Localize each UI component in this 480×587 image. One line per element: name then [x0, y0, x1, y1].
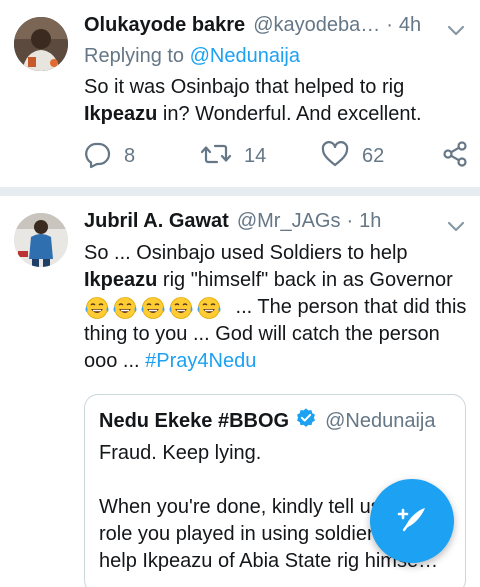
quote-handle: @Nedunaija: [325, 409, 436, 432]
display-name[interactable]: Olukayode bakre: [84, 14, 245, 37]
timestamp[interactable]: 4h: [399, 14, 421, 37]
tweet-text: So ... Osinbajo used Soldiers to help Ik…: [84, 240, 470, 375]
compose-tweet-icon: [392, 499, 432, 544]
tweet-text-line: So ... Osinbajo used Soldiers to help: [84, 242, 408, 264]
tweet-text-rest: in? Wonderful. And excellent.: [157, 103, 422, 125]
quote-display-name: Nedu Ekeke #BBOG: [99, 409, 290, 432]
tweet-text-bold: Ikpeazu: [84, 103, 158, 125]
tweet-text-bold: Ikpeazu: [84, 269, 158, 291]
retweet-count: 14: [244, 144, 267, 167]
verified-badge-icon: [289, 407, 325, 435]
like-button[interactable]: 62: [320, 140, 384, 172]
share-icon: [440, 139, 470, 174]
separator-dot: ·: [346, 210, 354, 232]
tears-of-joy-emoji: [140, 296, 166, 320]
replying-prefix: Replying to: [84, 45, 185, 67]
chevron-down-icon[interactable]: [446, 216, 466, 236]
timestamp[interactable]: 1h: [359, 210, 381, 233]
tears-of-joy-emoji: [84, 296, 110, 320]
compose-tweet-button[interactable]: [370, 479, 454, 563]
separator-dot: ·: [386, 14, 393, 36]
tweet-actions: 8 14 62: [80, 140, 476, 172]
retweet-button[interactable]: 14: [200, 140, 266, 172]
user-handle[interactable]: @Mr_JAGs: [237, 210, 341, 233]
quote-header: Nedu Ekeke #BBOG @Nedunaija: [99, 407, 435, 435]
retweet-icon: [200, 139, 232, 174]
reply-icon: [82, 139, 112, 174]
tweet-text-line: So it was Osinbajo that helped to rig: [84, 76, 405, 98]
tears-of-joy-emoji: [196, 296, 222, 320]
tweet-header: Jubril A. Gawat @Mr_JAGs · 1h: [84, 210, 426, 238]
quote-line: Fraud. Keep lying.: [99, 442, 262, 464]
avatar[interactable]: [14, 213, 68, 267]
mention-link[interactable]: @Nedunaija: [190, 45, 300, 67]
tweet[interactable]: Olukayode bakre @kayodeba… · 4h Replying…: [0, 0, 480, 187]
avatar[interactable]: [14, 17, 68, 71]
share-button[interactable]: [440, 140, 470, 172]
emoji-row: [84, 296, 222, 320]
like-icon: [320, 139, 350, 174]
chevron-down-icon[interactable]: [446, 20, 466, 40]
like-count: 62: [362, 144, 385, 167]
tears-of-joy-emoji: [112, 296, 138, 320]
tweet-text-rest: rig "himself" back in as Governor: [157, 269, 453, 291]
replying-to: Replying to @Nedunaija: [84, 45, 300, 68]
tweet-divider: [0, 187, 480, 196]
tweet-header: Olukayode bakre @kayodeba… · 4h: [84, 14, 426, 42]
user-handle[interactable]: @kayodeba…: [253, 14, 380, 37]
hashtag-link[interactable]: #Pray4Nedu: [145, 350, 256, 372]
display-name[interactable]: Jubril A. Gawat: [84, 210, 229, 233]
tears-of-joy-emoji: [168, 296, 194, 320]
reply-button[interactable]: 8: [82, 140, 135, 172]
tweet-text: So it was Osinbajo that helped to rig Ik…: [84, 74, 470, 128]
reply-count: 8: [124, 144, 136, 167]
